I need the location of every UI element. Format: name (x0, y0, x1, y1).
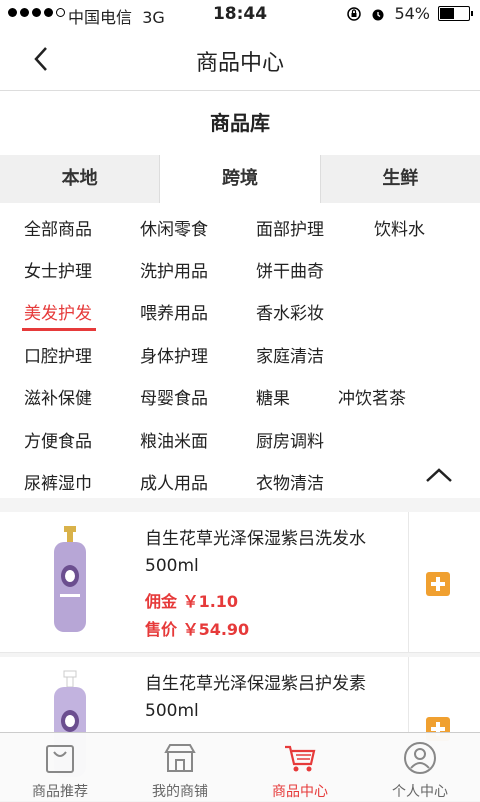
category-item[interactable]: 身体护理 (140, 342, 208, 367)
category-item[interactable]: 面部护理 (256, 215, 324, 240)
tabbar-item-profile[interactable]: 个人中心 (360, 733, 480, 801)
product-name: 自生花草光泽保湿紫吕护发素500ml (145, 674, 366, 721)
navigation-bar: 商品中心 (0, 30, 480, 91)
alarm-icon (372, 9, 384, 20)
category-item[interactable]: 厨房调料 (256, 427, 324, 452)
category-item[interactable]: 洗护用品 (140, 257, 208, 282)
user-icon (404, 742, 436, 774)
tab-local[interactable]: 本地 (0, 155, 161, 203)
cart-icon (285, 745, 316, 772)
product-price: 售价 ￥54.90 (145, 620, 250, 639)
category-item[interactable]: 饼干曲奇 (256, 257, 324, 282)
category-grid: 全部商品 休闲零食 面部护理 饮料水 女士护理 洗护用品 饼干曲奇 美发护发 喂… (0, 203, 480, 498)
tabbar-item-product-center[interactable]: 商品中心 (240, 733, 360, 801)
tab-fresh[interactable]: 生鲜 (321, 155, 480, 203)
product-commission: 佣金 ￥1.10 (145, 592, 239, 611)
add-icon[interactable] (426, 572, 450, 596)
tabbar-label: 个人中心 (392, 784, 448, 800)
status-bar: 中国电信 3G 18:44 54% (0, 0, 480, 30)
rotation-lock-icon (347, 6, 362, 21)
category-item[interactable]: 粮油米面 (140, 427, 208, 452)
tabbar-label: 商品推荐 (32, 784, 88, 800)
product-name: 自生花草光泽保湿紫吕洗发水500ml (145, 529, 366, 576)
category-item[interactable]: 成人用品 (140, 469, 208, 494)
category-item[interactable]: 休闲零食 (140, 215, 208, 240)
tab-crossborder[interactable]: 跨境 (160, 155, 321, 203)
category-item[interactable]: 衣物清洁 (256, 469, 324, 494)
category-item-active[interactable]: 美发护发 (22, 299, 96, 331)
bag-icon (46, 745, 74, 773)
battery-icon (438, 6, 473, 21)
category-item[interactable]: 冲饮茗茶 (338, 384, 406, 409)
category-item[interactable]: 全部商品 (24, 215, 92, 240)
category-item[interactable]: 糖果 (256, 384, 290, 409)
category-item[interactable]: 口腔护理 (24, 342, 92, 367)
tabbar-label: 商品中心 (272, 784, 328, 800)
shampoo-bottle-image (54, 526, 86, 632)
category-item[interactable]: 喂养用品 (140, 299, 208, 324)
category-item[interactable]: 女士护理 (24, 257, 92, 282)
category-item[interactable]: 方便食品 (24, 427, 92, 452)
section-title: 商品库 (0, 91, 480, 156)
category-item[interactable]: 尿裤湿巾 (24, 469, 92, 494)
chevron-up-icon[interactable] (424, 465, 454, 485)
page-title: 商品中心 (195, 51, 284, 76)
category-item[interactable]: 母婴食品 (140, 384, 208, 409)
category-item[interactable]: 家庭清洁 (256, 342, 324, 367)
bottom-tab-bar: 商品推荐 我的商铺 商品中心 个人中心 (0, 732, 480, 801)
tabbar-label: 我的商铺 (152, 784, 208, 800)
category-item[interactable]: 香水彩妆 (256, 299, 324, 324)
tabbar-item-store[interactable]: 我的商铺 (120, 733, 240, 801)
tab-bar: 本地 跨境 生鲜 (0, 155, 480, 204)
category-item[interactable]: 饮料水 (374, 215, 425, 240)
tabbar-item-recommend[interactable]: 商品推荐 (0, 733, 120, 801)
category-item[interactable]: 滋补保健 (24, 384, 92, 409)
battery-percent: 54% (394, 4, 430, 23)
store-icon (164, 744, 196, 772)
product-card[interactable]: 自生花草光泽保湿紫吕洗发水500ml 佣金 ￥1.10 售价 ￥54.90 (0, 512, 480, 653)
